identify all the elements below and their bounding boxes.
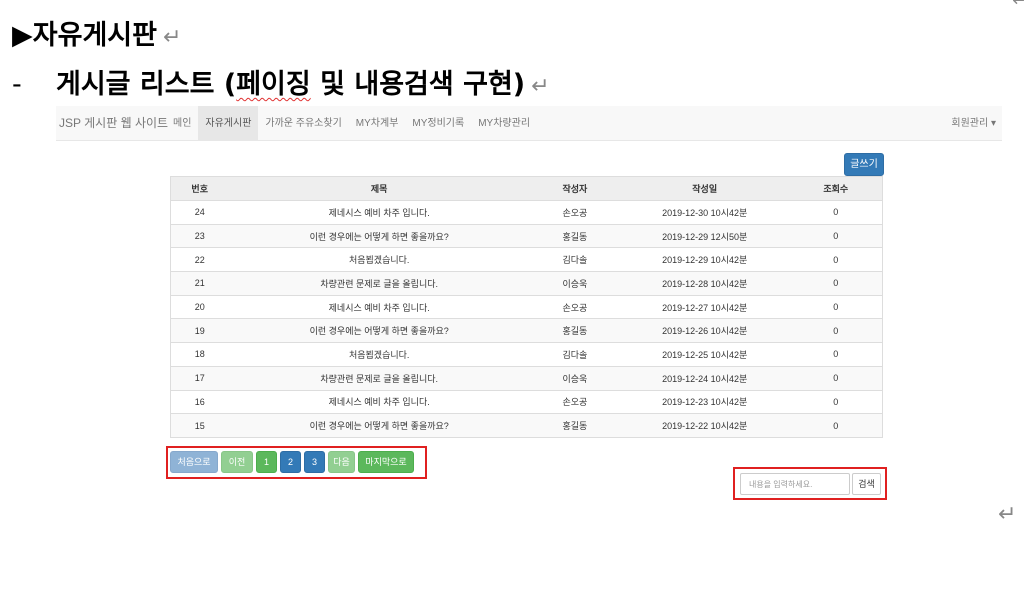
table-row: 24 제네시스 예비 차주 입니다. 손오공 2019-12-30 10시42분…: [170, 200, 883, 225]
member-menu-dropdown[interactable]: 회원관리 ▾: [951, 106, 996, 141]
cell-number: 20: [170, 294, 229, 319]
cell-views: 0: [789, 365, 883, 390]
cell-number: 19: [170, 318, 229, 343]
cell-date: 2019-12-24 10시42분: [619, 365, 790, 390]
search-button[interactable]: 검색: [852, 473, 881, 495]
header-author: 작성자: [529, 176, 620, 201]
prev-page-button[interactable]: 이전: [221, 451, 253, 473]
navbar-brand[interactable]: JSP 게시판 웹 사이트: [59, 106, 168, 141]
header-date: 작성일: [619, 176, 790, 201]
table-row: 15 이런 경우에는 어떻게 하면 좋을까요? 홍길동 2019-12-22 1…: [170, 413, 883, 438]
post-table: 번호 제목 작성자 작성일 조회수 24 제네시스 예비 차주 입니다. 손오공…: [170, 176, 883, 438]
cell-date: 2019-12-30 10시42분: [619, 200, 790, 225]
page-1-button[interactable]: 1: [256, 451, 277, 473]
cell-title-link[interactable]: 처음뵙겠습니다.: [228, 247, 530, 272]
header-number: 번호: [170, 176, 229, 201]
return-mark-icon: ↵: [531, 74, 550, 99]
cell-views: 0: [789, 342, 883, 367]
nav-item-main[interactable]: 메인: [166, 106, 198, 141]
cell-author: 이승욱: [529, 365, 620, 390]
spellcheck-word: 페이징: [236, 69, 311, 100]
cell-author: 홍길동: [529, 223, 620, 248]
cell-author: 홍길동: [529, 318, 620, 343]
cell-number: 17: [170, 365, 229, 390]
nav-item-free-board[interactable]: 자유게시판: [198, 106, 259, 141]
nav-item-car-ledger[interactable]: MY차계부: [349, 106, 406, 141]
cell-number: 18: [170, 342, 229, 367]
table-row: 17 차량관련 문제로 글을 올립니다. 이승욱 2019-12-24 10시4…: [170, 365, 883, 390]
cell-views: 0: [789, 318, 883, 343]
cell-author: 이승욱: [529, 271, 620, 296]
cell-date: 2019-12-29 12시50분: [619, 223, 790, 248]
cell-views: 0: [789, 200, 883, 225]
cell-title-link[interactable]: 제네시스 예비 차주 입니다.: [228, 294, 530, 319]
sub-heading: - 게시글 리스트 (페이징 및 내용검색 구현) ↵: [12, 66, 550, 106]
cell-views: 0: [789, 223, 883, 248]
cell-title-link[interactable]: 이런 경우에는 어떻게 하면 좋을까요?: [228, 318, 530, 343]
nav-item-car-management[interactable]: MY차량관리: [471, 106, 537, 141]
table-row: 19 이런 경우에는 어떻게 하면 좋을까요? 홍길동 2019-12-26 1…: [170, 318, 883, 343]
last-page-button[interactable]: 마지막으로: [358, 451, 414, 473]
cell-number: 22: [170, 247, 229, 272]
cell-date: 2019-12-29 10시42분: [619, 247, 790, 272]
cell-number: 16: [170, 389, 229, 414]
cell-views: 0: [789, 247, 883, 272]
navbar: JSP 게시판 웹 사이트 메인 자유게시판 가까운 주유소찾기 MY차계부 M…: [56, 106, 1002, 141]
cell-title-link[interactable]: 제네시스 예비 차주 입니다.: [228, 200, 530, 225]
cell-title-link[interactable]: 제네시스 예비 차주 입니다.: [228, 389, 530, 414]
cell-number: 23: [170, 223, 229, 248]
table-row: 18 처음뵙겠습니다. 김다솔 2019-12-25 10시42분 0: [170, 342, 883, 367]
cell-number: 24: [170, 200, 229, 225]
bullet-dash: -: [12, 69, 22, 100]
cell-views: 0: [789, 294, 883, 319]
cell-title-link[interactable]: 차량관련 문제로 글을 올립니다.: [228, 365, 530, 390]
cell-title-link[interactable]: 처음뵙겠습니다.: [228, 342, 530, 367]
page-2-button[interactable]: 2: [280, 451, 301, 473]
table-row: 16 제네시스 예비 차주 입니다. 손오공 2019-12-23 10시42분…: [170, 389, 883, 414]
cell-title-link[interactable]: 이런 경우에는 어떻게 하면 좋을까요?: [228, 223, 530, 248]
search-input[interactable]: [740, 473, 850, 495]
nav-menu: 메인 자유게시판 가까운 주유소찾기 MY차계부 MY정비기록 MY차량관리: [166, 106, 537, 141]
nav-item-maintenance[interactable]: MY정비기록: [405, 106, 471, 141]
cell-author: 김다솔: [529, 342, 620, 367]
page-3-button[interactable]: 3: [304, 451, 325, 473]
cell-author: 김다솔: [529, 247, 620, 272]
cell-author: 손오공: [529, 389, 620, 414]
cell-date: 2019-12-22 10시42분: [619, 413, 790, 438]
pagination: 처음으로 이전 1 2 3 다음 마지막으로: [170, 451, 414, 473]
cell-date: 2019-12-27 10시42분: [619, 294, 790, 319]
return-mark-icon: ↵: [1012, 0, 1028, 11]
header-title: 제목: [228, 176, 530, 201]
return-mark-icon: ↵: [998, 502, 1017, 527]
next-page-button[interactable]: 다음: [328, 451, 355, 473]
cell-number: 15: [170, 413, 229, 438]
cell-date: 2019-12-26 10시42분: [619, 318, 790, 343]
cell-number: 21: [170, 271, 229, 296]
cell-author: 홍길동: [529, 413, 620, 438]
return-mark-icon: ↵: [162, 25, 182, 50]
header-views: 조회수: [789, 176, 883, 201]
section-heading: ▶자유게시판 ↵: [12, 20, 182, 51]
table-row: 21 차량관련 문제로 글을 올립니다. 이승욱 2019-12-28 10시4…: [170, 271, 883, 296]
nav-item-gas-station[interactable]: 가까운 주유소찾기: [258, 106, 348, 141]
table-row: 22 처음뵙겠습니다. 김다솔 2019-12-29 10시42분 0: [170, 247, 883, 272]
cell-author: 손오공: [529, 200, 620, 225]
write-button[interactable]: 글쓰기: [844, 153, 884, 176]
cell-date: 2019-12-28 10시42분: [619, 271, 790, 296]
cell-views: 0: [789, 271, 883, 296]
cell-title-link[interactable]: 차량관련 문제로 글을 올립니다.: [228, 271, 530, 296]
cell-views: 0: [789, 389, 883, 414]
cell-author: 손오공: [529, 294, 620, 319]
cell-date: 2019-12-25 10시42분: [619, 342, 790, 367]
table-row: 23 이런 경우에는 어떻게 하면 좋을까요? 홍길동 2019-12-29 1…: [170, 223, 883, 248]
cell-views: 0: [789, 413, 883, 438]
cell-date: 2019-12-23 10시42분: [619, 389, 790, 414]
first-page-button[interactable]: 처음으로: [170, 451, 218, 473]
table-row: 20 제네시스 예비 차주 입니다. 손오공 2019-12-27 10시42분…: [170, 294, 883, 319]
table-header-row: 번호 제목 작성자 작성일 조회수: [170, 176, 883, 201]
cell-title-link[interactable]: 이런 경우에는 어떻게 하면 좋을까요?: [228, 413, 530, 438]
